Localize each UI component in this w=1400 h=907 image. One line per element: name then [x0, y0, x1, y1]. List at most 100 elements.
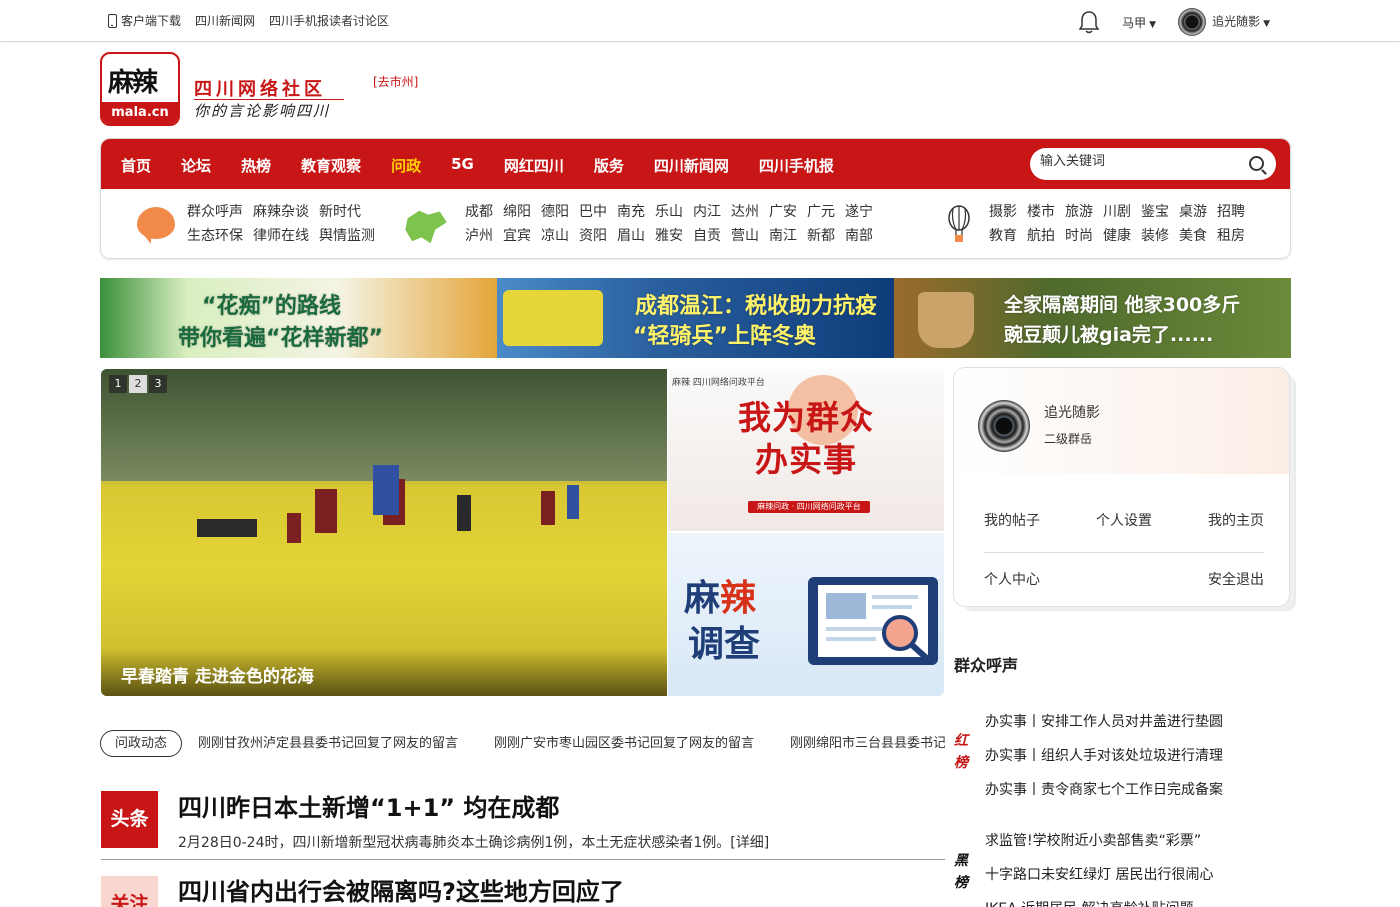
nav-hot[interactable]: 热榜 — [241, 155, 271, 176]
my-posts-link[interactable]: 我的帖子 — [984, 510, 1040, 530]
nav-sichuan-news[interactable]: 四川新闻网 — [654, 155, 729, 176]
user-name[interactable]: 追光随影 — [1044, 402, 1100, 422]
city-link[interactable]: 南江 — [769, 228, 797, 244]
focus-title[interactable]: 四川省内出行会被隔离吗?这些地方回应了 — [178, 872, 624, 907]
life-link[interactable]: 楼市 — [1027, 204, 1055, 220]
list-item[interactable]: 十字路口未安红绿灯 居民出行很闹心 — [985, 858, 1213, 892]
city-link[interactable]: 泸州 — [465, 228, 493, 244]
city-link[interactable]: 宜宾 — [503, 228, 531, 244]
nav-education[interactable]: 教育观察 — [301, 155, 361, 176]
headline-title[interactable]: 四川昨日本土新增“1+1” 均在成都 — [178, 788, 559, 823]
sub-nav-group-topics: 群众呼声 麻辣杂谈 新时代 生态环保 律师在线 舆情监测 — [187, 200, 385, 248]
go-city-link[interactable]: [去市州] — [373, 73, 418, 90]
personal-center-link[interactable]: 个人中心 — [984, 569, 1040, 589]
nav-wenzheng[interactable]: 问政 — [391, 155, 421, 176]
user-menu[interactable]: 追光随影 ▼ — [1178, 8, 1270, 36]
list-item[interactable]: 办实事丨安排工作人员对井盖进行垫圆 — [985, 705, 1223, 739]
tablet-magnifier-icon — [808, 577, 938, 665]
photo-slider[interactable]: 1 2 3 早春踏青 走进金色的花海 — [101, 369, 667, 696]
city-link[interactable]: 巴中 — [579, 204, 607, 220]
city-link[interactable]: 绵阳 — [503, 204, 531, 220]
city-link[interactable]: 达州 — [731, 204, 759, 220]
city-link[interactable]: 广元 — [807, 204, 835, 220]
city-link[interactable]: 营山 — [731, 228, 759, 244]
search-input[interactable] — [1040, 154, 1240, 169]
user-level: 二级群岳 — [1044, 432, 1093, 446]
list-item[interactable]: 办实事丨组织人手对该处垃圾进行清理 — [985, 739, 1223, 773]
life-link[interactable]: 鉴宝 — [1141, 204, 1169, 220]
personal-settings-link[interactable]: 个人设置 — [1096, 510, 1152, 530]
nav-banwu[interactable]: 版务 — [594, 155, 624, 176]
slider-page-3[interactable]: 3 — [149, 375, 167, 393]
list-item[interactable]: 办实事丨责令商家七个工作日完成备案 — [985, 773, 1223, 807]
life-link[interactable]: 招聘 — [1217, 204, 1245, 220]
city-link[interactable]: 乐山 — [655, 204, 683, 220]
banner-peas[interactable]: 全家隔离期间 他家300多斤 豌豆颠儿被gia完了...... — [894, 278, 1291, 358]
topic-link[interactable]: 新时代 — [319, 204, 361, 220]
life-link[interactable]: 旅游 — [1065, 204, 1093, 220]
life-link[interactable]: 装修 — [1141, 228, 1169, 244]
topic-link[interactable]: 生态环保 — [187, 228, 243, 244]
city-link[interactable]: 雅安 — [655, 228, 683, 244]
ticker-item[interactable]: 刚刚绵阳市三台县县委书记回复了网友的留言 — [790, 730, 945, 757]
city-link[interactable]: 南充 — [617, 204, 645, 220]
life-link[interactable]: 健康 — [1103, 228, 1131, 244]
ticker-item[interactable]: 刚刚甘孜州泸定县县委书记回复了网友的留言 — [198, 730, 458, 757]
mobile-reader-forum-link[interactable]: 四川手机报读者讨论区 — [269, 12, 389, 29]
ticker-tag[interactable]: 问政动态 — [100, 730, 182, 757]
city-link[interactable]: 南部 — [845, 228, 873, 244]
city-link[interactable]: 德阳 — [541, 204, 569, 220]
my-homepage-link[interactable]: 我的主页 — [1208, 510, 1264, 530]
city-link[interactable]: 新都 — [807, 228, 835, 244]
life-link[interactable]: 川剧 — [1103, 204, 1131, 220]
nav-mobile-paper[interactable]: 四川手机报 — [759, 155, 834, 176]
site-logo[interactable]: 麻辣 mala.cn — [100, 52, 180, 126]
headline-summary[interactable]: 2月28日0-24时，四川新增新型冠状病毒肺炎本土确诊病例1例，本土无症状感染者… — [178, 832, 769, 852]
promo-mala-survey[interactable]: 麻辣 调查 — [668, 533, 944, 696]
city-link[interactable]: 成都 — [465, 204, 493, 220]
city-link[interactable]: 自贡 — [693, 228, 721, 244]
banner-wenjiang-tax[interactable]: 成都温江：税收助力抗疫 “轻骑兵”上阵冬奥 — [497, 278, 894, 358]
nav-wanghong[interactable]: 网红四川 — [504, 155, 564, 176]
user-links: 我的帖子 个人设置 我的主页 个人中心 安全退出 — [984, 510, 1264, 589]
city-selector[interactable]: 马甲 ▼ — [1122, 14, 1156, 31]
life-link[interactable]: 教育 — [989, 228, 1017, 244]
topic-link[interactable]: 麻辣杂谈 — [253, 204, 309, 220]
search-icon[interactable] — [1249, 156, 1264, 171]
ticker-item[interactable]: 刚刚广安市枣山园区委书记回复了网友的留言 — [494, 730, 754, 757]
slider-page-2[interactable]: 2 — [129, 375, 147, 393]
nav-home[interactable]: 首页 — [121, 155, 151, 176]
sub-nav-group-life: 摄影 楼市 旅游 川剧 鉴宝 桌游 招聘 教育 航拍 时尚 健康 装修 美食 租房 — [989, 200, 1255, 248]
life-link[interactable]: 租房 — [1217, 228, 1245, 244]
topic-link[interactable]: 律师在线 — [253, 228, 309, 244]
nav-5g[interactable]: 5G — [451, 155, 474, 176]
sichuan-news-link[interactable]: 四川新闻网 — [195, 12, 255, 29]
slider-page-1[interactable]: 1 — [109, 375, 127, 393]
download-app-link[interactable]: 客户端下载 — [108, 12, 181, 29]
city-link[interactable]: 内江 — [693, 204, 721, 220]
slide-caption[interactable]: 早春踏青 走进金色的花海 — [101, 648, 667, 696]
logout-link[interactable]: 安全退出 — [1208, 569, 1264, 589]
city-link[interactable]: 凉山 — [541, 228, 569, 244]
city-link[interactable]: 眉山 — [617, 228, 645, 244]
list-item[interactable]: 求监管!学校附近小卖部售卖“彩票” — [985, 824, 1213, 858]
city-link[interactable]: 遂宁 — [845, 204, 873, 220]
life-link[interactable]: 时尚 — [1065, 228, 1093, 244]
promo-serve-the-people[interactable]: 麻辣 四川网络问政平台 我为群众办实事 麻辣问政 · 四川网络问政平台 — [668, 369, 944, 531]
banner-flowers[interactable]: “花痴”的路线 带你看遍“花样新都” — [100, 278, 497, 358]
site-title: 四川网络社区 — [194, 79, 326, 100]
logo-text: 麻辣 — [108, 68, 158, 98]
topic-link[interactable]: 群众呼声 — [187, 204, 243, 220]
city-link[interactable]: 资阳 — [579, 228, 607, 244]
nav-forum[interactable]: 论坛 — [181, 155, 211, 176]
life-link[interactable]: 美食 — [1179, 228, 1207, 244]
bell-icon[interactable] — [1078, 10, 1100, 34]
list-item[interactable]: IKEA 近期居民 解决高龄补贴问题 — [985, 892, 1213, 907]
avatar[interactable] — [978, 400, 1030, 452]
life-link[interactable]: 摄影 — [989, 204, 1017, 220]
life-link[interactable]: 桌游 — [1179, 204, 1207, 220]
banner-text: “花痴”的路线 — [202, 294, 341, 319]
topic-link[interactable]: 舆情监测 — [319, 228, 375, 244]
city-link[interactable]: 广安 — [769, 204, 797, 220]
life-link[interactable]: 航拍 — [1027, 228, 1055, 244]
